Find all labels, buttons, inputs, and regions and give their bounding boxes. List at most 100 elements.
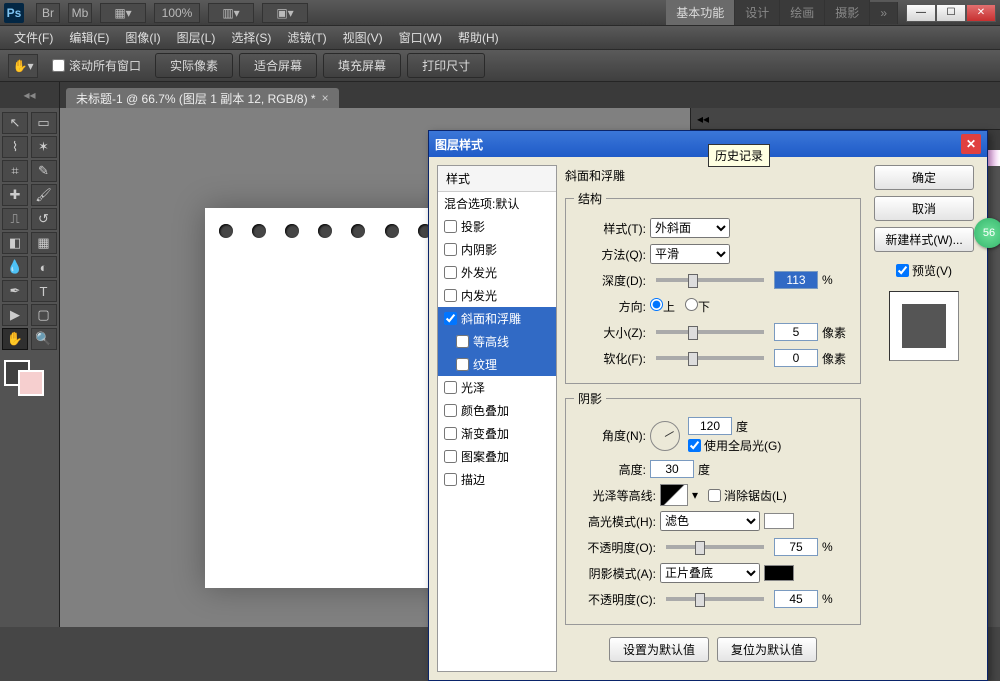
- style-gradient-overlay[interactable]: 渐变叠加: [438, 422, 556, 445]
- brush-tool[interactable]: 🖌: [31, 184, 57, 206]
- gloss-contour-picker[interactable]: [660, 484, 688, 506]
- zoom-level-field[interactable]: 100%: [154, 3, 200, 23]
- soften-input[interactable]: [774, 349, 818, 367]
- print-size-button[interactable]: 打印尺寸: [407, 53, 485, 78]
- panel-collapse-strip[interactable]: ◂◂: [691, 108, 1000, 130]
- size-input[interactable]: [774, 323, 818, 341]
- color-swatches[interactable]: [2, 358, 57, 398]
- workspace-more-icon[interactable]: »: [870, 2, 898, 24]
- highlight-mode-select[interactable]: 滤色: [660, 511, 760, 531]
- blending-options[interactable]: 混合选项:默认: [438, 192, 556, 215]
- crop-tool[interactable]: ⌗: [2, 160, 28, 182]
- quick-select-tool[interactable]: ✶: [31, 136, 57, 158]
- hand-tool-icon[interactable]: ✋▾: [8, 54, 38, 78]
- workspace-tab-paint[interactable]: 绘画: [780, 0, 825, 25]
- style-select[interactable]: 外斜面: [650, 218, 730, 238]
- menu-edit[interactable]: 编辑(E): [61, 25, 117, 50]
- make-default-button[interactable]: 设置为默认值: [609, 637, 709, 662]
- shadow-mode-select[interactable]: 正片叠底: [660, 563, 760, 583]
- style-contour[interactable]: 等高线: [438, 330, 556, 353]
- technique-select[interactable]: 平滑: [650, 244, 730, 264]
- rect-marquee-tool[interactable]: ▭: [31, 112, 57, 134]
- menu-view[interactable]: 视图(V): [335, 25, 391, 50]
- highlight-opacity-input[interactable]: [774, 538, 818, 556]
- actual-pixels-button[interactable]: 实际像素: [155, 53, 233, 78]
- menu-filter[interactable]: 滤镜(T): [279, 25, 334, 50]
- fit-screen-button[interactable]: 适合屏幕: [239, 53, 317, 78]
- shape-tool[interactable]: ▢: [31, 304, 57, 326]
- reset-default-button[interactable]: 复位为默认值: [717, 637, 817, 662]
- styles-header[interactable]: 样式: [438, 166, 556, 192]
- document-tab[interactable]: 未标题-1 @ 66.7% (图层 1 副本 12, RGB/8) * ×: [66, 88, 339, 108]
- size-slider[interactable]: [656, 330, 764, 334]
- style-outer-glow[interactable]: 外发光: [438, 261, 556, 284]
- new-style-button[interactable]: 新建样式(W)...: [874, 227, 974, 252]
- eraser-tool[interactable]: ◧: [2, 232, 28, 254]
- fill-screen-button[interactable]: 填充屏幕: [323, 53, 401, 78]
- menu-file[interactable]: 文件(F): [6, 25, 61, 50]
- style-pattern-overlay[interactable]: 图案叠加: [438, 445, 556, 468]
- direction-up-radio[interactable]: 上: [650, 298, 675, 315]
- direction-down-radio[interactable]: 下: [685, 298, 710, 315]
- move-tool[interactable]: ↖: [2, 112, 28, 134]
- gradient-tool[interactable]: ▦: [31, 232, 57, 254]
- preview-checkbox[interactable]: 预览(V): [896, 262, 952, 279]
- scroll-all-windows-checkbox[interactable]: 滚动所有窗口: [52, 57, 141, 74]
- menu-window[interactable]: 窗口(W): [391, 25, 450, 50]
- style-bevel-emboss[interactable]: 斜面和浮雕: [438, 307, 556, 330]
- dialog-close-icon[interactable]: ✕: [961, 134, 981, 154]
- style-texture[interactable]: 纹理: [438, 353, 556, 376]
- depth-input[interactable]: [774, 271, 818, 289]
- altitude-input[interactable]: [650, 460, 694, 478]
- close-button[interactable]: ✕: [966, 4, 996, 22]
- menu-layer[interactable]: 图层(L): [169, 25, 224, 50]
- lasso-tool[interactable]: ⌇: [2, 136, 28, 158]
- cancel-button[interactable]: 取消: [874, 196, 974, 221]
- path-select-tool[interactable]: ▶: [2, 304, 28, 326]
- workspace-tab-basic[interactable]: 基本功能: [666, 0, 735, 25]
- maximize-button[interactable]: ☐: [936, 4, 966, 22]
- pen-tool[interactable]: ✒: [2, 280, 28, 302]
- arrange-docs-dropdown[interactable]: ▥▾: [208, 3, 254, 23]
- notification-badge[interactable]: 56: [974, 218, 1000, 248]
- workspace-tab-design[interactable]: 设计: [735, 0, 780, 25]
- style-satin[interactable]: 光泽: [438, 376, 556, 399]
- anti-alias-checkbox[interactable]: 消除锯齿(L): [708, 487, 787, 504]
- workspace-tab-photo[interactable]: 摄影: [825, 0, 870, 25]
- healing-tool[interactable]: ✚: [2, 184, 28, 206]
- style-color-overlay[interactable]: 颜色叠加: [438, 399, 556, 422]
- highlight-opacity-slider[interactable]: [666, 545, 764, 549]
- menu-select[interactable]: 选择(S): [223, 25, 279, 50]
- shadow-opacity-input[interactable]: [774, 590, 818, 608]
- eyedropper-tool[interactable]: ✎: [31, 160, 57, 182]
- background-color[interactable]: [18, 370, 44, 396]
- minimize-button[interactable]: —: [906, 4, 936, 22]
- screen-mode-dropdown[interactable]: ▣▾: [262, 3, 308, 23]
- angle-dial[interactable]: [650, 421, 680, 451]
- style-stroke[interactable]: 描边: [438, 468, 556, 491]
- ok-button[interactable]: 确定: [874, 165, 974, 190]
- depth-slider[interactable]: [656, 278, 764, 282]
- shadow-color-chip[interactable]: [764, 565, 794, 581]
- clone-tool[interactable]: ⎍: [2, 208, 28, 230]
- highlight-color-chip[interactable]: [764, 513, 794, 529]
- style-inner-shadow[interactable]: 内阴影: [438, 238, 556, 261]
- bridge-icon[interactable]: Br: [36, 3, 60, 23]
- angle-input[interactable]: [688, 417, 732, 435]
- menu-help[interactable]: 帮助(H): [450, 25, 507, 50]
- type-tool[interactable]: T: [31, 280, 57, 302]
- zoom-tool[interactable]: 🔍: [31, 328, 57, 350]
- doc-close-icon[interactable]: ×: [322, 91, 329, 105]
- menu-image[interactable]: 图像(I): [117, 25, 168, 50]
- style-inner-glow[interactable]: 内发光: [438, 284, 556, 307]
- hand-tool[interactable]: ✋: [2, 328, 28, 350]
- dodge-tool[interactable]: ◐: [31, 256, 57, 278]
- minibridge-icon[interactable]: Mb: [68, 3, 92, 23]
- dock-collapse-icon[interactable]: ◂◂: [0, 82, 60, 108]
- history-brush-tool[interactable]: ↺: [31, 208, 57, 230]
- view-extras-dropdown[interactable]: ▦▾: [100, 3, 146, 23]
- soften-slider[interactable]: [656, 356, 764, 360]
- blur-tool[interactable]: 💧: [2, 256, 28, 278]
- global-light-checkbox[interactable]: 使用全局光(G): [688, 437, 781, 454]
- shadow-opacity-slider[interactable]: [666, 597, 764, 601]
